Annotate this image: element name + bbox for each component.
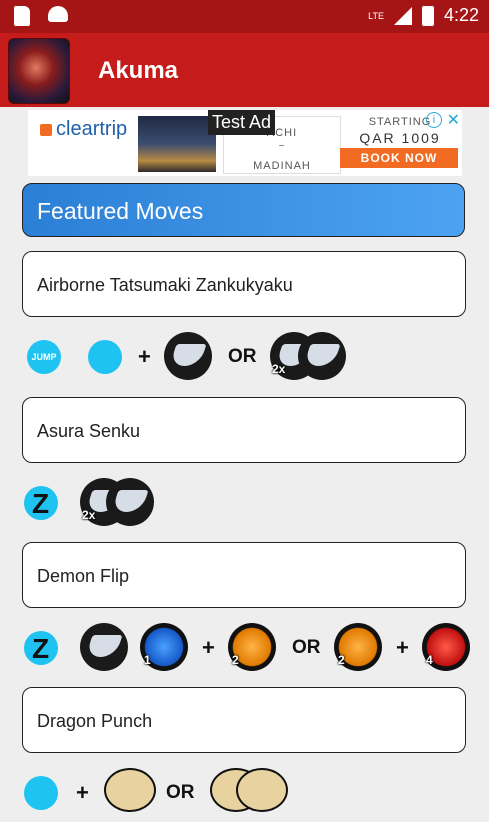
move-card[interactable]: Airborne Tatsumaki Zankukyaku bbox=[22, 251, 466, 317]
ad-fare: QAR 1009 bbox=[359, 130, 441, 146]
strength-number: 1 bbox=[144, 653, 151, 667]
plus-symbol: + bbox=[396, 635, 409, 660]
move-name: Asura Senku bbox=[37, 421, 141, 441]
close-ad-icon[interactable]: ✕ bbox=[447, 110, 460, 130]
ad-image bbox=[138, 116, 216, 172]
strength-number: 2 bbox=[232, 653, 239, 667]
plus-symbol: + bbox=[138, 344, 151, 369]
quarter-circle-icon bbox=[88, 340, 122, 374]
punch-icon bbox=[236, 768, 288, 812]
kick-icon bbox=[164, 332, 212, 380]
page-title: Akuma bbox=[98, 57, 179, 84]
sd-card-icon bbox=[14, 6, 30, 26]
battery-charging-icon bbox=[421, 5, 434, 26]
move-input-row: Z 1 + 2 OR 2 + 4 bbox=[0, 617, 489, 677]
or-label: OR bbox=[228, 346, 257, 367]
ad-city-line2: MADINAH bbox=[253, 160, 311, 172]
strength-number: 2 bbox=[338, 653, 345, 667]
move-input-row: Z 2x bbox=[0, 472, 489, 532]
strength-number: 4 bbox=[426, 653, 433, 667]
kick-icon bbox=[298, 332, 346, 380]
z-motion-symbol: Z bbox=[32, 633, 50, 664]
move-input-row: JUMP + OR 2x bbox=[0, 326, 489, 386]
lte-indicator: LTE bbox=[368, 10, 384, 21]
punch-icon bbox=[104, 768, 156, 812]
character-avatar bbox=[8, 38, 70, 104]
z-motion-symbol: Z bbox=[32, 488, 50, 519]
jump-icon: JUMP bbox=[27, 340, 61, 374]
or-label: OR bbox=[292, 637, 321, 658]
ad-starting-label: STARTING bbox=[368, 116, 432, 128]
move-card[interactable]: Demon Flip bbox=[22, 542, 466, 608]
clock: 4:22 bbox=[443, 5, 479, 25]
test-ad-label: Test Ad bbox=[208, 110, 276, 135]
status-bar: LTE 4:22 bbox=[0, 0, 489, 33]
move-input-row: + OR bbox=[0, 762, 489, 822]
move-card[interactable]: Dragon Punch bbox=[22, 687, 466, 753]
cleartrip-logo: cleartrip bbox=[40, 118, 127, 141]
book-now-button[interactable]: BOOK NOW bbox=[340, 148, 458, 168]
move-card[interactable]: Asura Senku bbox=[22, 397, 466, 463]
move-name: Dragon Punch bbox=[37, 711, 153, 731]
kick-icon bbox=[80, 623, 128, 671]
plus-symbol: + bbox=[76, 780, 89, 805]
move-name: Airborne Tatsumaki Zankukyaku bbox=[37, 275, 293, 295]
kick-icon bbox=[106, 478, 154, 526]
adchoices-icon[interactable]: i bbox=[426, 112, 442, 128]
or-label: OR bbox=[166, 782, 195, 803]
ad-city-divider: ~ bbox=[278, 141, 286, 152]
plus-symbol: + bbox=[202, 635, 215, 660]
direction-icon bbox=[24, 776, 58, 810]
app-bar: Akuma bbox=[0, 33, 489, 107]
move-name: Demon Flip bbox=[37, 566, 130, 586]
count-badge: 2x bbox=[82, 508, 96, 522]
banner-ad[interactable]: cleartrip ACHI ~ MADINAH Test Ad STARTIN… bbox=[28, 110, 462, 176]
signal-icon bbox=[393, 6, 412, 25]
featured-moves-header: Featured Moves bbox=[22, 183, 465, 237]
android-icon bbox=[48, 6, 68, 22]
count-badge: 2x bbox=[272, 362, 286, 376]
